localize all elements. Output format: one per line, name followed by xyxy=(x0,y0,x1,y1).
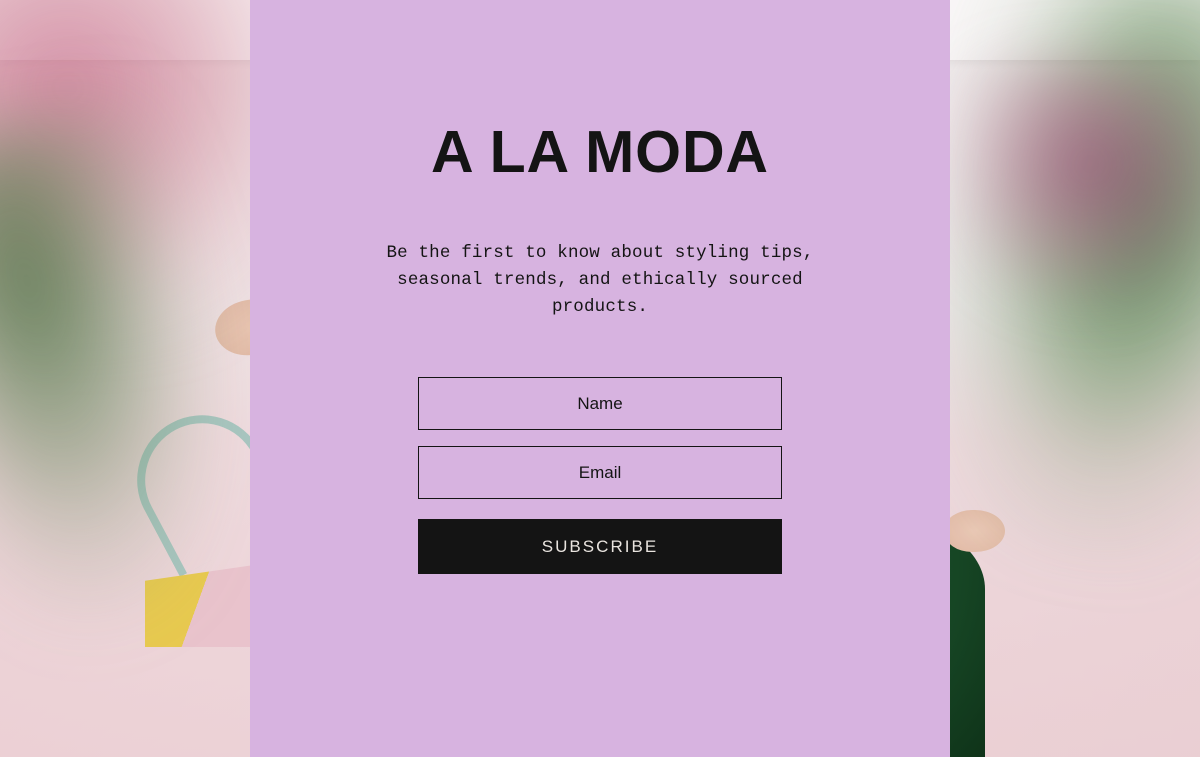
subscribe-form: SUBSCRIBE xyxy=(418,377,782,574)
subscribe-button[interactable]: SUBSCRIBE xyxy=(418,519,782,574)
name-input[interactable] xyxy=(418,377,782,430)
signup-card: A LA MODA Be the first to know about sty… xyxy=(250,0,950,757)
email-input[interactable] xyxy=(418,446,782,499)
brand-title: A LA MODA xyxy=(431,118,769,186)
card-subtitle: Be the first to know about styling tips,… xyxy=(365,240,835,321)
bg-blur-flower-right xyxy=(960,60,1200,320)
